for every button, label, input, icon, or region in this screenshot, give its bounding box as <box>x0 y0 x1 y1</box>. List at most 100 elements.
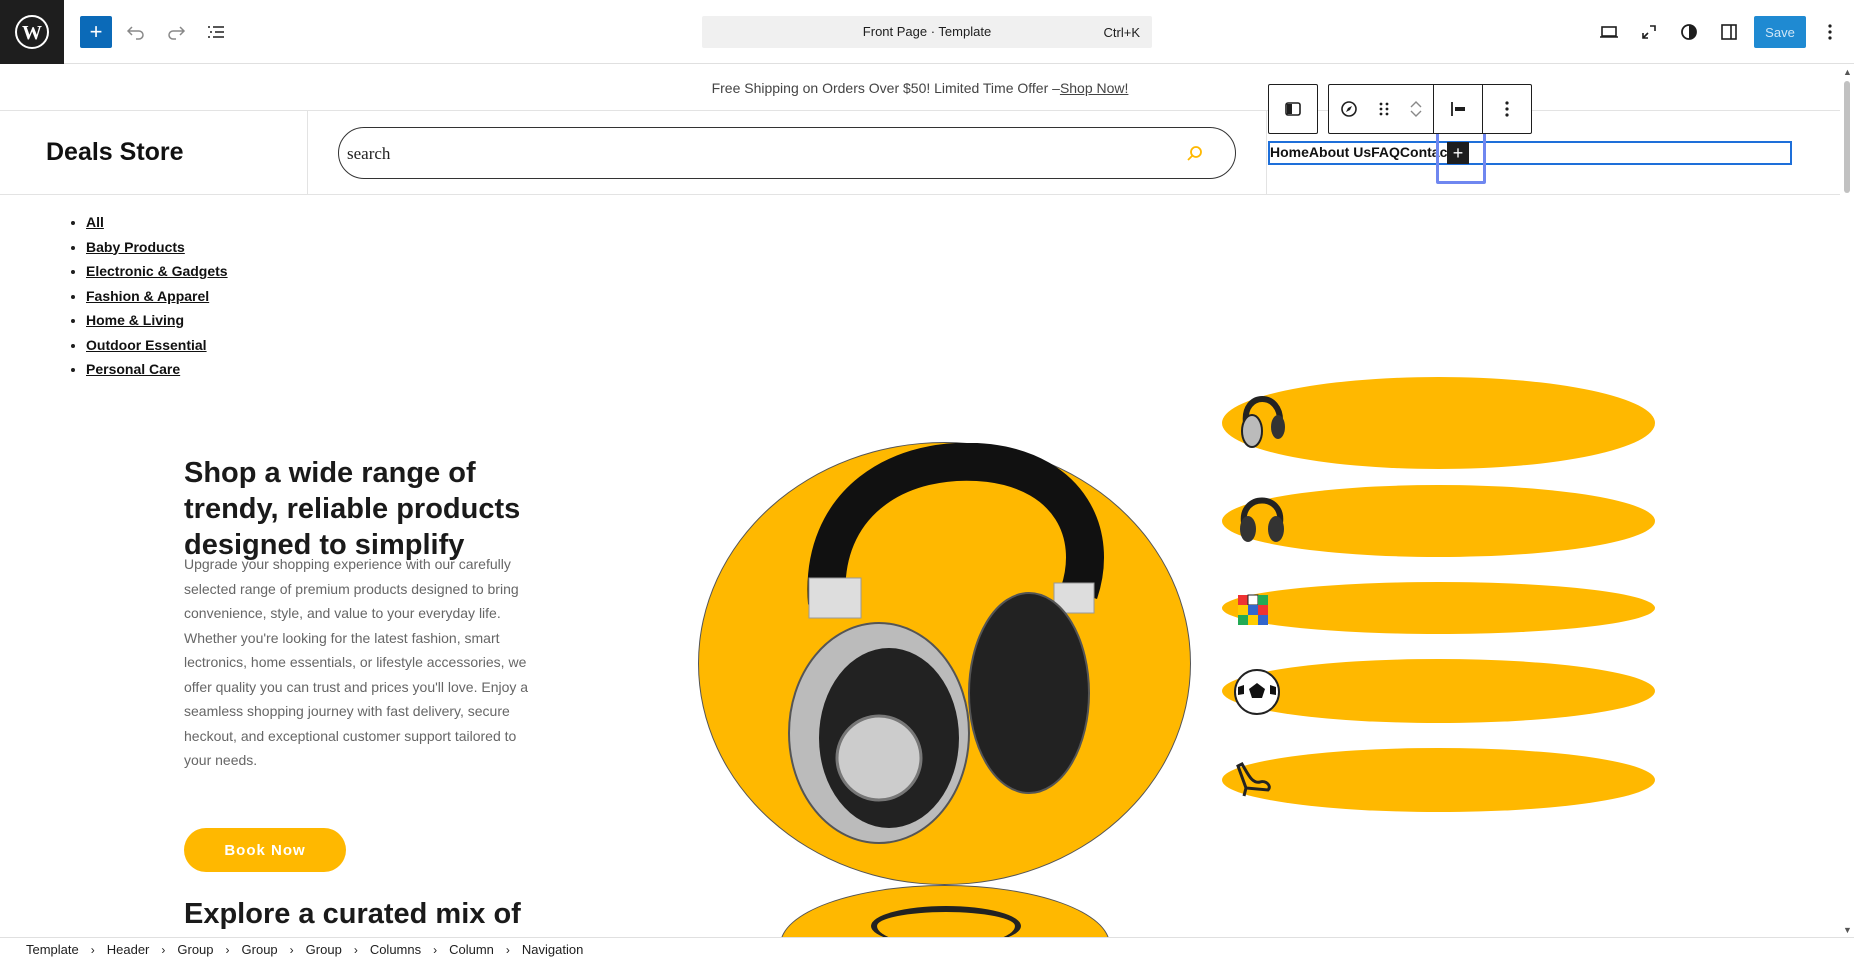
chevron-right-icon: › <box>433 942 438 957</box>
nav-item-about-us[interactable]: About Us <box>1309 144 1371 160</box>
redo-icon <box>168 26 186 40</box>
chevron-right-icon: › <box>353 942 358 957</box>
site-title[interactable]: Deals Store <box>46 138 184 167</box>
list-item[interactable]: Baby Products <box>86 235 228 260</box>
editor-canvas[interactable]: Free Shipping on Orders Over $50! Limite… <box>0 65 1840 937</box>
list-view-icon <box>208 26 224 38</box>
headphones-image <box>788 442 1104 844</box>
fullscreen-icon <box>1642 25 1656 39</box>
block-toolbar <box>1268 84 1542 134</box>
command-palette-bar[interactable]: Front Page · Template Ctrl+K <box>702 16 1152 48</box>
fullscreen-button[interactable] <box>1633 16 1665 48</box>
hero-image-circle <box>698 442 1191 885</box>
breadcrumb-item[interactable]: Column <box>449 942 494 957</box>
nav-item-faq[interactable]: FAQ <box>1371 144 1400 160</box>
breadcrumb-item[interactable]: Group <box>242 942 278 957</box>
high-heel-icon <box>1236 762 1271 797</box>
desktop-icon <box>1600 26 1618 38</box>
navigation-menu: Home About Us FAQ Contact <box>1270 144 1452 160</box>
search-input[interactable] <box>347 142 1147 166</box>
breadcrumb-item[interactable]: Columns <box>370 942 421 957</box>
drag-handle-icon <box>1379 102 1389 116</box>
promo-text: Free Shipping on Orders Over $50! Limite… <box>711 80 1060 96</box>
list-view-button[interactable] <box>200 16 232 48</box>
logo-column: Deals Store <box>0 111 308 195</box>
editor-toolbar: W + Front Page · Template Ctrl+K Save <box>0 0 1854 64</box>
chevron-up-icon[interactable] <box>1409 99 1423 109</box>
svg-text:W: W <box>22 22 42 44</box>
search-column <box>309 111 1267 195</box>
redo-button[interactable] <box>160 16 192 48</box>
chevron-right-icon: › <box>225 942 230 957</box>
promo-banner: Free Shipping on Orders Over $50! Limite… <box>0 65 1840 111</box>
product-pill <box>1222 377 1655 469</box>
chevron-right-icon: › <box>289 942 294 957</box>
justification-button[interactable] <box>1434 85 1482 133</box>
preview-device-button[interactable] <box>1593 16 1625 48</box>
product-pill <box>1222 748 1655 812</box>
undo-icon <box>126 26 144 40</box>
headphones-icon <box>1240 497 1284 542</box>
wordpress-logo-button[interactable]: W <box>0 0 64 64</box>
command-shortcut: Ctrl+K <box>1103 25 1140 40</box>
contrast-icon <box>1681 24 1697 40</box>
more-vertical-icon <box>1505 101 1509 117</box>
styles-button[interactable] <box>1673 16 1705 48</box>
list-item[interactable]: Electronic & Gadgets <box>86 259 228 284</box>
block-parent-group <box>1268 84 1318 134</box>
product-pill <box>1222 582 1655 634</box>
drag-handle[interactable] <box>1369 85 1399 133</box>
search-icon[interactable] <box>1185 144 1205 164</box>
compass-icon <box>1341 101 1357 117</box>
chevron-down-icon[interactable] <box>1409 109 1423 119</box>
block-controls-group <box>1328 84 1532 134</box>
list-item[interactable]: Personal Care <box>86 357 228 382</box>
promo-link[interactable]: Shop Now! <box>1060 80 1128 96</box>
nav-item-home[interactable]: Home <box>1270 144 1309 160</box>
canvas-scrollbar[interactable]: ▲ ▼ <box>1840 65 1854 937</box>
scroll-up-icon[interactable]: ▲ <box>1843 67 1852 77</box>
select-parent-button[interactable] <box>1269 85 1317 133</box>
breadcrumb-item[interactable]: Group <box>177 942 213 957</box>
add-block-button[interactable]: + <box>80 16 112 48</box>
rubiks-cube-icon <box>1238 594 1268 625</box>
list-item[interactable]: Home & Living <box>86 308 228 333</box>
sidebar-icon <box>1721 24 1737 40</box>
block-breadcrumb: Template › Header › Group › Group › Group › C… <box>0 937 1854 961</box>
options-button[interactable] <box>1814 16 1846 48</box>
list-item[interactable]: All <box>86 210 228 235</box>
block-options-button[interactable] <box>1483 85 1531 133</box>
image-fragment <box>871 906 1021 937</box>
move-buttons[interactable] <box>1399 85 1433 133</box>
wordpress-icon: W <box>15 15 49 49</box>
section-title: Explore a curated mix of <box>184 898 521 930</box>
headphones-icon <box>1241 396 1285 448</box>
scroll-thumb[interactable] <box>1844 81 1850 193</box>
list-item[interactable]: Fashion & Apparel <box>86 284 228 309</box>
columns-icon <box>1285 102 1301 116</box>
document-title: Front Page · Template <box>862 24 992 39</box>
hero-title: Shop a wide range of trendy, reliable pr… <box>184 457 521 561</box>
chevron-right-icon: › <box>90 942 95 957</box>
breadcrumb-item[interactable]: Group <box>306 942 342 957</box>
product-pill <box>1222 485 1655 557</box>
chevron-right-icon: › <box>505 942 510 957</box>
category-list: All Baby Products Electronic & Gadgets F… <box>86 210 228 382</box>
breadcrumb-item[interactable]: Navigation <box>522 942 583 957</box>
breadcrumb-item[interactable]: Header <box>107 942 150 957</box>
more-vertical-icon <box>1828 24 1832 40</box>
add-nav-item-button[interactable]: + <box>1447 142 1469 164</box>
plus-icon: + <box>1452 142 1464 163</box>
breadcrumb-item[interactable]: Template <box>26 942 79 957</box>
search-box <box>338 127 1236 179</box>
product-pill <box>1222 659 1655 723</box>
soccer-ball-icon <box>1234 669 1280 715</box>
navigation-block[interactable]: Home About Us FAQ Contact <box>1268 141 1792 165</box>
book-now-button[interactable]: Book Now <box>184 828 346 872</box>
undo-button[interactable] <box>120 16 152 48</box>
save-button[interactable]: Save <box>1754 16 1806 48</box>
settings-sidebar-button[interactable] <box>1713 16 1745 48</box>
list-item[interactable]: Outdoor Essential <box>86 333 228 358</box>
scroll-down-icon[interactable]: ▼ <box>1843 925 1852 935</box>
block-type-button[interactable] <box>1329 85 1369 133</box>
